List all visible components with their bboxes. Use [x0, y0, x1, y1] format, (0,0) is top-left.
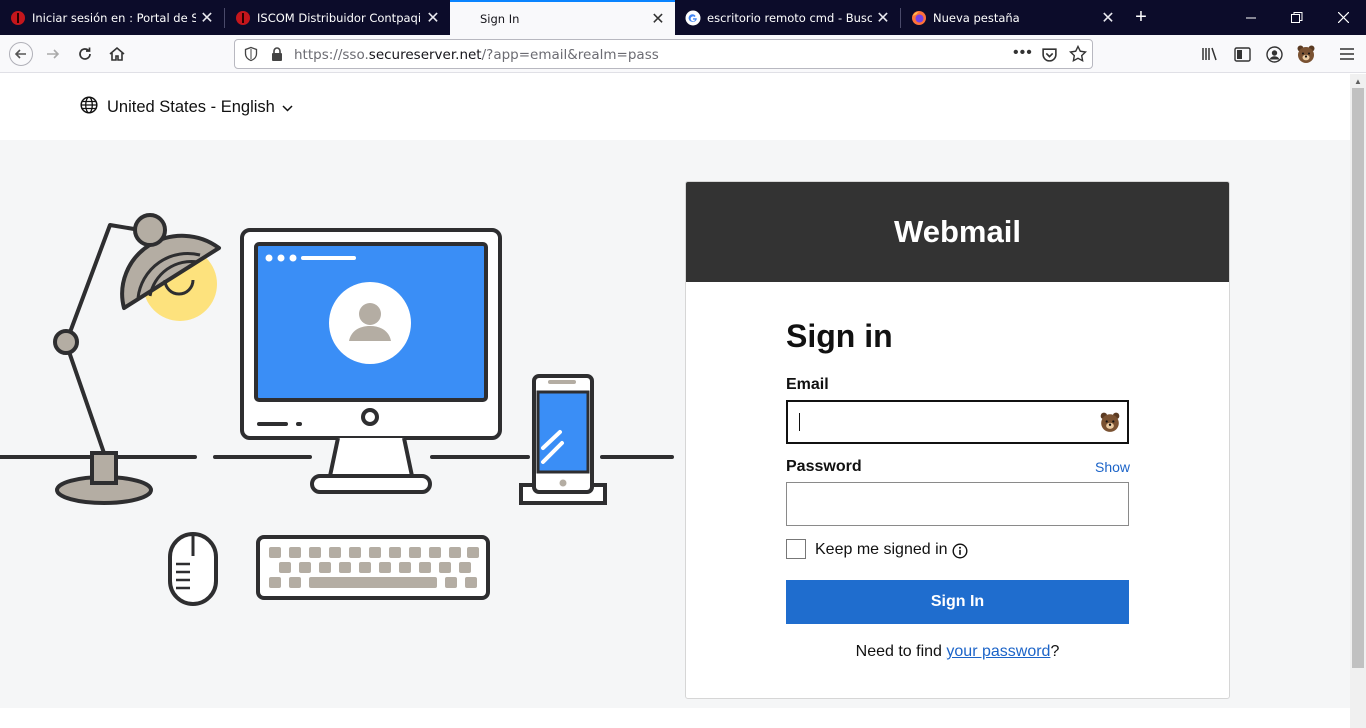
tab-label: Sign In [480, 11, 520, 26]
help-suffix: ? [1050, 643, 1060, 660]
forward-button[interactable] [37, 38, 69, 70]
tab-strip: Iniciar sesión en : Portal de Sop ✕ ISCO… [0, 0, 1366, 35]
close-tab-icon[interactable]: ✕ [872, 7, 894, 29]
url-host: secureserver.net [368, 47, 482, 63]
locale-selector[interactable]: United States - English [80, 96, 293, 119]
url-path: /?app=email&realm=pass [481, 47, 659, 63]
page-actions-menu-icon[interactable]: ••• [1013, 44, 1033, 62]
sidebar-toggle-icon[interactable] [1226, 38, 1258, 70]
password-input[interactable] [786, 482, 1129, 526]
reload-button[interactable] [69, 38, 101, 70]
password-label: Password [786, 458, 862, 475]
chevron-down-icon [282, 98, 293, 117]
minimize-button[interactable] [1228, 0, 1274, 35]
bear-extension-icon[interactable] [1099, 411, 1121, 433]
pocket-icon[interactable] [1041, 46, 1058, 68]
scroll-up-arrow-icon[interactable]: ▲ [1350, 74, 1366, 88]
account-icon[interactable] [1258, 38, 1290, 70]
close-tab-icon[interactable]: ✕ [647, 8, 669, 30]
hamburger-menu-icon[interactable] [1331, 38, 1363, 70]
workspace-illustration [0, 213, 674, 606]
keep-signed-in-checkbox[interactable] [786, 539, 806, 559]
scrollbar-thumb[interactable] [1352, 88, 1364, 668]
forgot-password-link[interactable]: your password [946, 643, 1050, 660]
forgot-password-line: Need to find your password? [686, 643, 1229, 661]
tab-portal-soporte[interactable]: Iniciar sesión en : Portal de Sop ✕ [0, 0, 224, 35]
signin-title: Sign in [786, 318, 893, 354]
tab-iscom[interactable]: ISCOM Distribuidor Contpaqi ✕ [225, 0, 450, 35]
back-button[interactable] [5, 38, 37, 70]
tab-sign-in[interactable]: Sign In ✕ [450, 0, 675, 35]
close-tab-icon[interactable]: ✕ [1097, 7, 1119, 29]
sign-in-button[interactable]: Sign In [786, 580, 1129, 624]
google-icon [685, 10, 701, 26]
web-page: United States - English Webmail Sign in … [0, 74, 1350, 728]
email-label: Email [786, 376, 829, 393]
locale-label: United States - English [107, 98, 275, 116]
help-prefix: Need to find [855, 643, 947, 660]
firefox-icon [911, 10, 927, 26]
new-tab-button[interactable]: + [1126, 0, 1156, 35]
text-caret [799, 413, 800, 431]
library-icon[interactable] [1194, 38, 1226, 70]
navigation-toolbar: https://sso.secureserver.net/?app=email&… [0, 35, 1366, 73]
tracking-shield-icon[interactable] [243, 46, 259, 67]
restore-button[interactable] [1274, 0, 1320, 35]
monitor-illustration [240, 228, 502, 494]
red-shield-icon [10, 10, 26, 26]
mouse-illustration [168, 532, 218, 606]
card-header: Webmail [686, 182, 1229, 282]
home-button[interactable] [101, 38, 133, 70]
tab-google-search[interactable]: escritorio remoto cmd - Buscar ✕ [675, 0, 900, 35]
show-password-link[interactable]: Show [1095, 459, 1130, 475]
url-text[interactable]: https://sso.secureserver.net/?app=email&… [294, 47, 659, 63]
info-icon[interactable] [952, 543, 968, 559]
padlock-icon[interactable] [269, 46, 285, 67]
url-bar[interactable]: https://sso.secureserver.net/?app=email&… [234, 39, 1093, 69]
keyboard-illustration [256, 535, 490, 600]
red-shield-icon [235, 10, 251, 26]
close-tab-icon[interactable]: ✕ [422, 7, 444, 29]
tab-label: Nueva pestaña [933, 10, 1020, 25]
phone-illustration [519, 374, 607, 505]
tab-new-tab[interactable]: Nueva pestaña ✕ [901, 0, 1125, 35]
close-tab-icon[interactable]: ✕ [196, 7, 218, 29]
vertical-scrollbar[interactable]: ▲ [1350, 74, 1366, 728]
close-window-button[interactable] [1320, 0, 1366, 35]
tab-label: escritorio remoto cmd - Buscar [707, 10, 872, 25]
tab-label: Iniciar sesión en : Portal de Sop [32, 10, 196, 25]
bookmark-star-icon[interactable] [1068, 44, 1088, 68]
url-prefix: https://sso. [294, 47, 369, 63]
desk-lamp-illustration [53, 213, 221, 505]
keep-signed-in-label: Keep me signed in [815, 541, 948, 558]
globe-icon [80, 96, 98, 119]
bear-extension-icon[interactable] [1290, 38, 1322, 70]
email-input[interactable] [786, 400, 1129, 444]
signin-card: Webmail Sign in Email Password Show Keep… [685, 181, 1230, 699]
tab-label: ISCOM Distribuidor Contpaqi [257, 10, 422, 25]
